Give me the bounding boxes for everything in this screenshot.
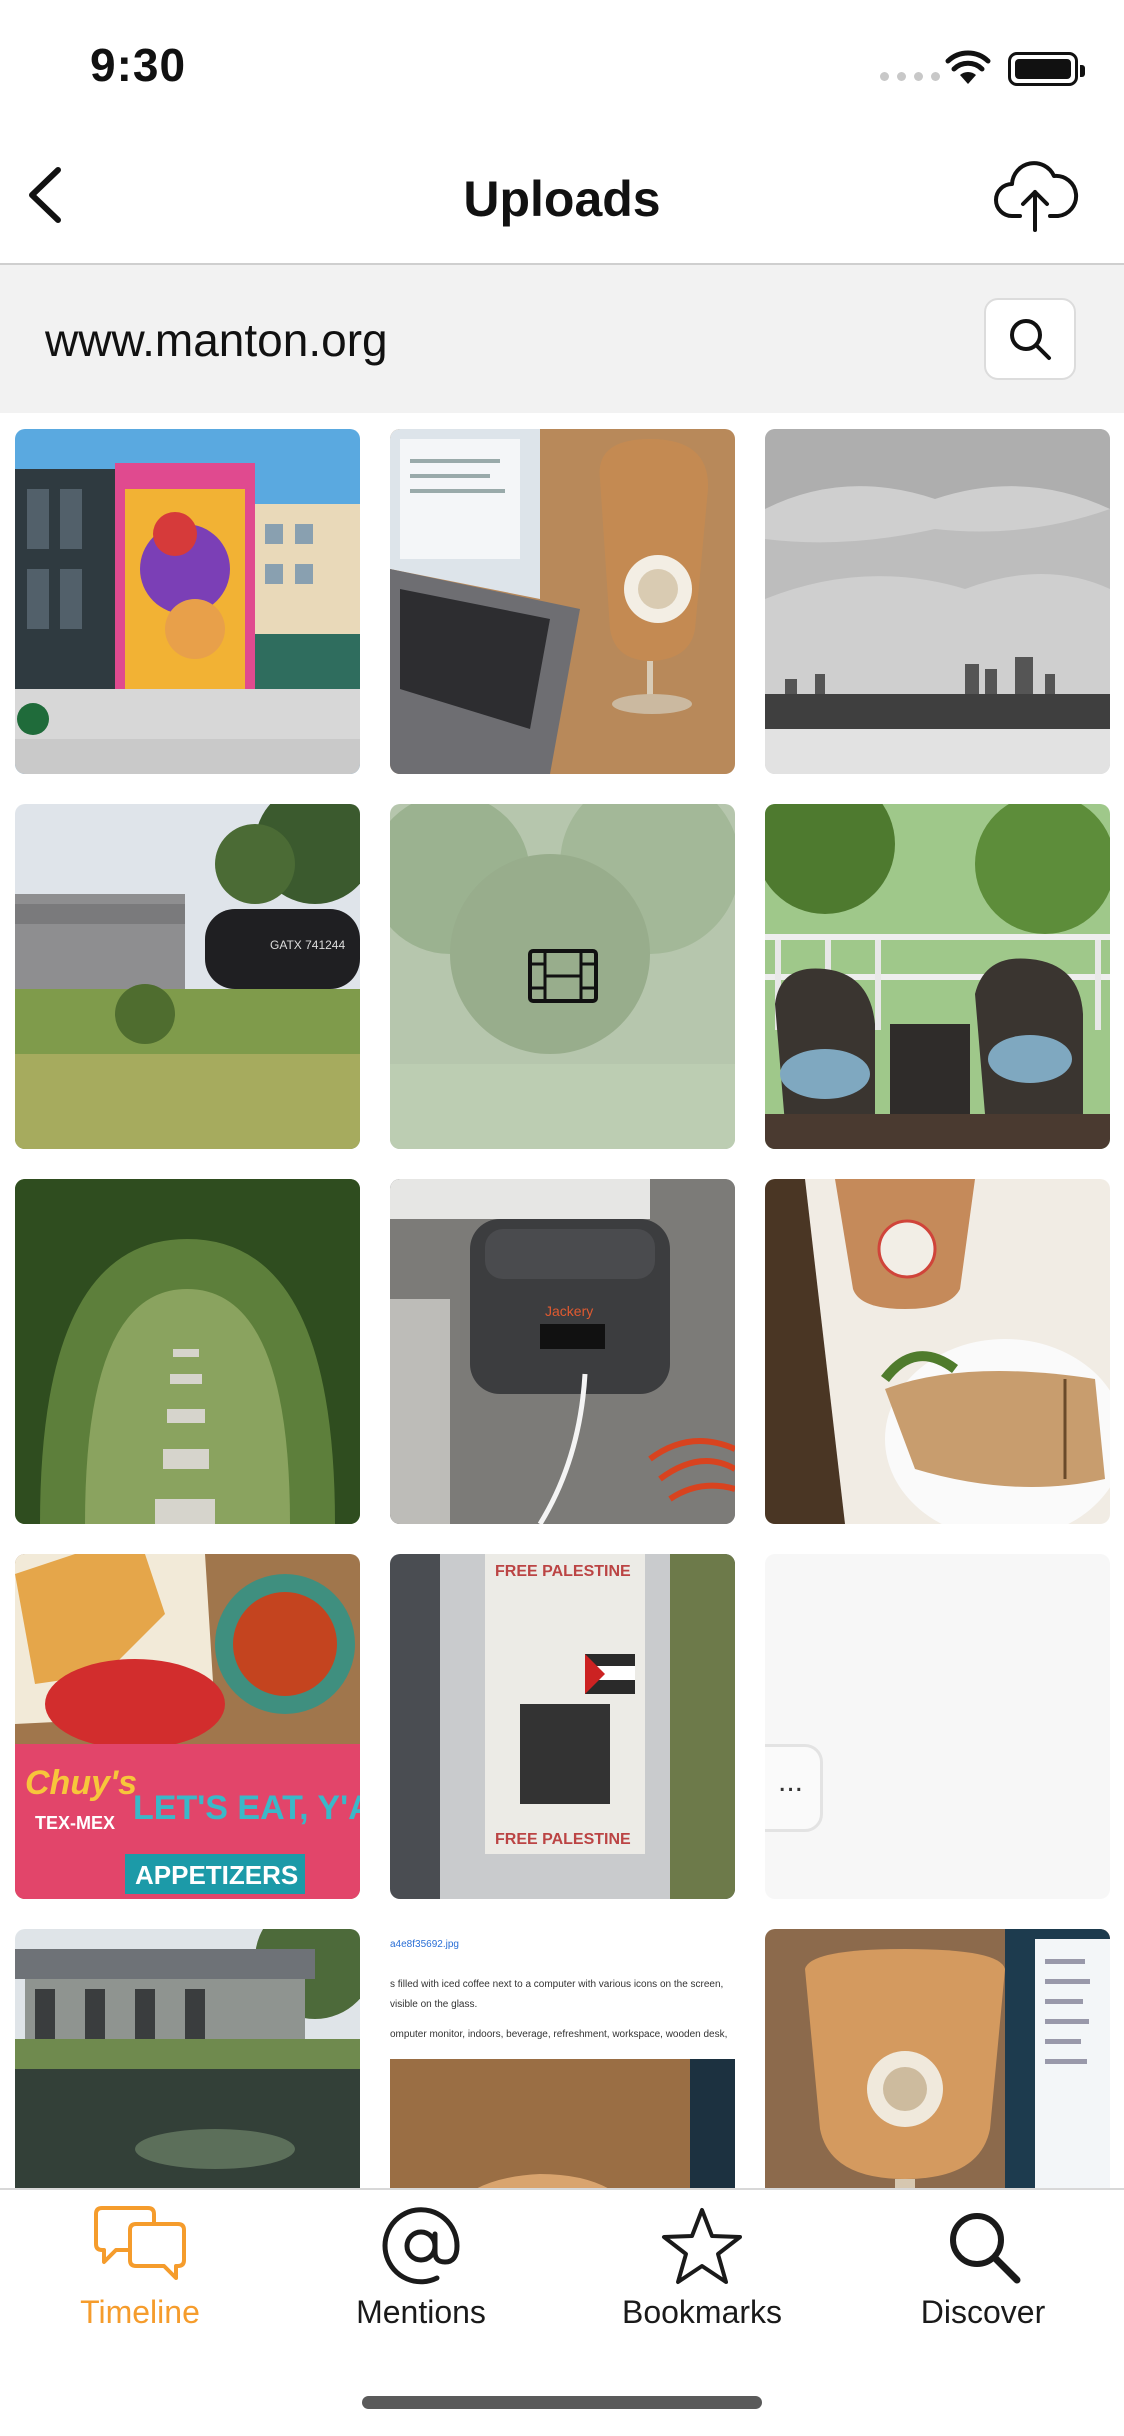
search-icon xyxy=(950,2213,1021,2284)
free-palestine-top-text: FREE PALESTINE xyxy=(495,1563,631,1580)
tab-timeline-label: Timeline xyxy=(80,2294,200,2330)
at-sign-icon xyxy=(382,2207,460,2285)
upload-thumbnail-porch-chairs[interactable] xyxy=(765,804,1110,1149)
tab-bookmarks-label: Bookmarks xyxy=(621,2294,783,2330)
home-indicator xyxy=(362,2396,762,2409)
loading-dots: ... xyxy=(778,1765,804,1798)
search-button[interactable] xyxy=(984,298,1076,380)
more-options-pill[interactable]: ... xyxy=(765,1744,823,1832)
screenshot-filename-text: a4e8f35692.jpg xyxy=(390,1939,459,1950)
upload-thumbnail-pond[interactable] xyxy=(15,1929,360,2189)
site-domain-label[interactable]: www.manton.org xyxy=(45,313,388,367)
status-time: 9:30 xyxy=(90,39,187,91)
upload-thumbnail-free-palestine[interactable]: FREE PALESTINE FREE PALESTINE xyxy=(390,1554,735,1899)
search-icon xyxy=(1010,319,1051,360)
upload-thumbnail-garden-arch[interactable] xyxy=(15,1179,360,1524)
upload-thumbnail-skyline[interactable] xyxy=(765,429,1110,774)
screenshot-alt-line-1: s filled with iced coffee next to a comp… xyxy=(390,1979,723,1990)
free-palestine-bottom-text: FREE PALESTINE xyxy=(495,1831,631,1848)
upload-thumbnail-loading[interactable]: ... xyxy=(765,1554,1110,1899)
cloud-upload-icon[interactable] xyxy=(990,150,1080,240)
wifi-icon xyxy=(945,50,991,84)
chuys-logo-text: Chuy's xyxy=(25,1764,137,1802)
page-title: Uploads xyxy=(463,171,661,227)
tab-discover-label: Discover xyxy=(920,2294,1046,2330)
star-icon xyxy=(662,2208,742,2284)
upload-thumbnail-coffee-sandwich[interactable] xyxy=(765,1179,1110,1524)
upload-thumbnail-coffee-monitor[interactable] xyxy=(765,1929,1110,2189)
upload-thumbnail-coffee-laptop[interactable] xyxy=(390,429,735,774)
tab-bookmarks[interactable]: Bookmarks xyxy=(602,2204,802,2354)
upload-thumbnail-mural[interactable] xyxy=(15,429,360,774)
screenshot-alt-line-2: visible on the glass. xyxy=(390,1999,477,2010)
upload-thumbnail-chuys[interactable]: Chuy's TEX-MEX LET'S EAT, Y'AL APPETIZER… xyxy=(15,1554,360,1899)
cellular-signal-icon xyxy=(880,72,940,81)
upload-thumbnail-alt-text-screenshot[interactable]: a4e8f35692.jpg s filled with iced coffee… xyxy=(390,1929,735,2189)
appetizers-text: APPETIZERS xyxy=(135,1860,298,1890)
tab-timeline[interactable]: Timeline xyxy=(40,2204,240,2354)
chat-bubbles-icon xyxy=(94,2206,186,2280)
uploads-grid: GATX 741244 Jackery Chuy's TEX-MEX LET'S… xyxy=(0,429,1124,2189)
tab-mentions-label: Mentions xyxy=(356,2294,486,2330)
upload-thumbnail-power-station[interactable]: Jackery xyxy=(390,1179,735,1524)
tab-mentions[interactable]: Mentions xyxy=(321,2204,521,2354)
tex-mex-text: TEX-MEX xyxy=(35,1813,115,1833)
site-selector-bar: www.manton.org xyxy=(0,265,1124,413)
status-bar: 9:30 xyxy=(0,0,1124,130)
screenshot-alt-line-3: omputer monitor, indoors, beverage, refr… xyxy=(390,2029,727,2040)
navigation-bar: Uploads xyxy=(0,130,1124,265)
lets-eat-text: LET'S EAT, Y'AL xyxy=(133,1789,360,1827)
jackery-label: Jackery xyxy=(545,1303,593,1319)
upload-thumbnail-train[interactable]: GATX 741244 xyxy=(15,804,360,1149)
tanker-label: GATX 741244 xyxy=(270,938,345,952)
battery-icon xyxy=(1008,52,1085,86)
upload-thumbnail-video-trees[interactable] xyxy=(390,804,735,1149)
tab-discover[interactable]: Discover xyxy=(883,2204,1083,2354)
